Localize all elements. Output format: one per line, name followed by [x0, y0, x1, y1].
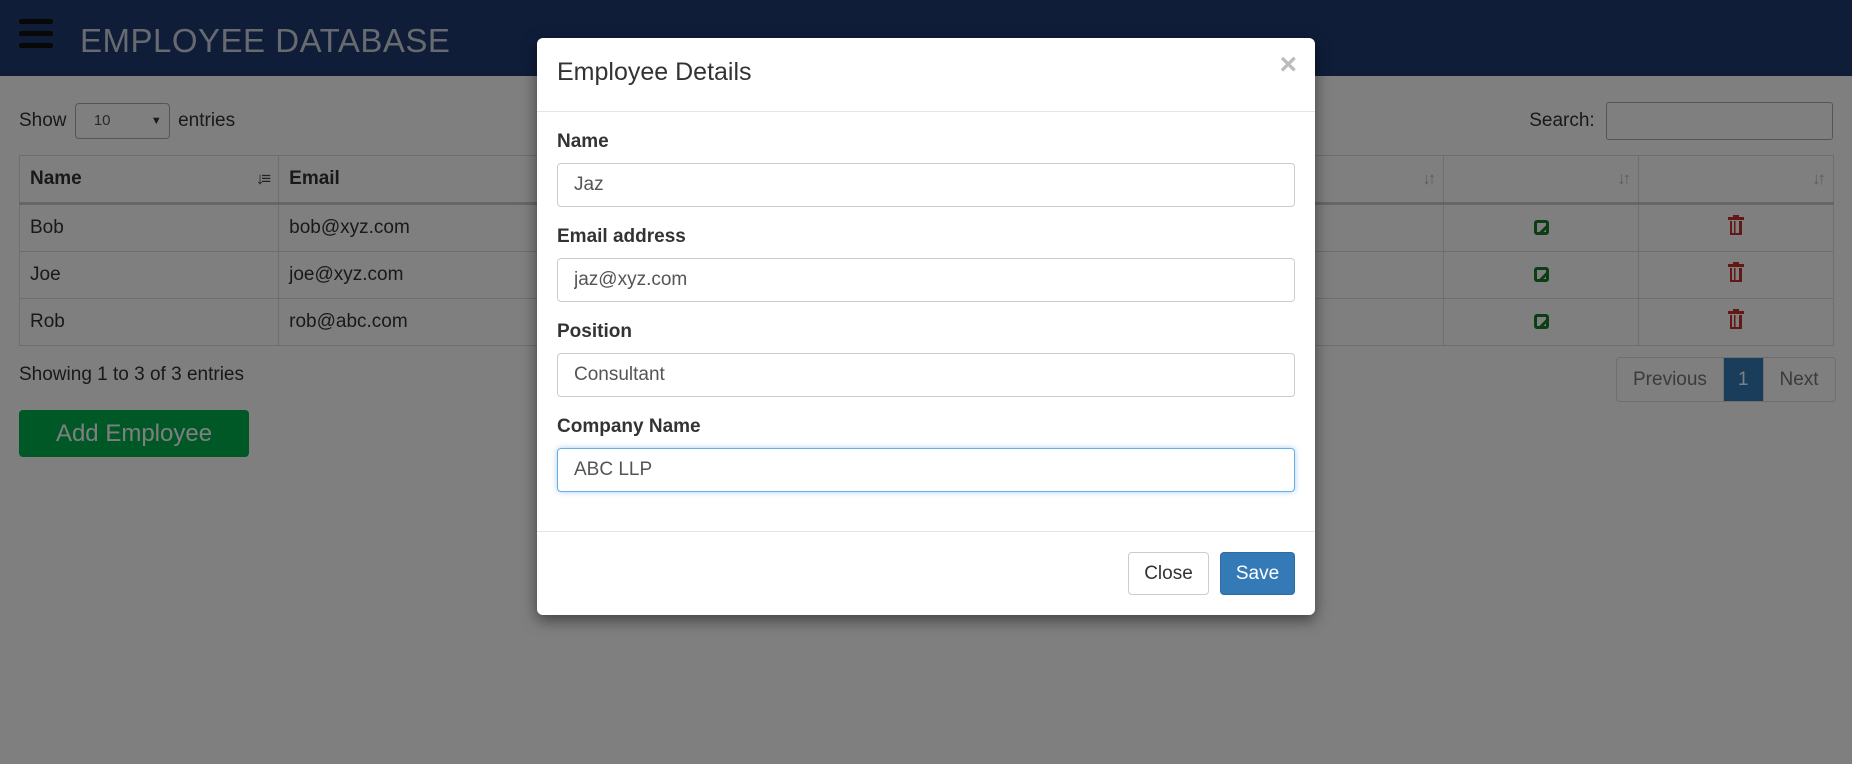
close-button[interactable]: Close [1128, 552, 1209, 595]
position-input[interactable] [557, 353, 1295, 397]
company-field-group: Company Name [557, 416, 1295, 492]
position-label: Position [557, 321, 632, 342]
company-label: Company Name [557, 416, 701, 437]
modal-title: Employee Details [557, 58, 752, 86]
save-button[interactable]: Save [1220, 552, 1295, 595]
employee-details-modal: Employee Details × Name Email address Po… [537, 38, 1315, 615]
name-label: Name [557, 131, 609, 152]
close-icon[interactable]: × [1279, 48, 1297, 82]
email-field-group: Email address [557, 226, 1295, 302]
email-label: Email address [557, 226, 686, 247]
name-input[interactable] [557, 163, 1295, 207]
email-input[interactable] [557, 258, 1295, 302]
modal-footer: Close Save [537, 531, 1315, 616]
name-field-group: Name [557, 131, 1295, 207]
modal-header: Employee Details × [537, 38, 1315, 112]
company-input[interactable] [557, 448, 1295, 492]
position-field-group: Position [557, 321, 1295, 397]
